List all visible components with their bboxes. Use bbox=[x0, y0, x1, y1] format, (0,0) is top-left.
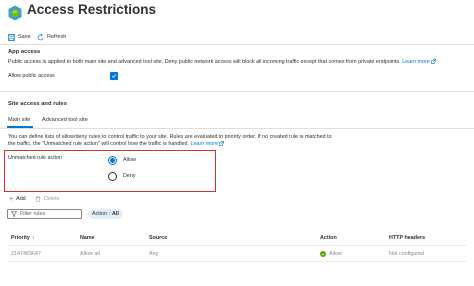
site-access-description-text: the traffic, the "Unmatched rule action"… bbox=[8, 141, 190, 147]
filter-icon bbox=[11, 211, 17, 217]
unmatched-rule-action-label: Unmatched rule action bbox=[8, 155, 62, 161]
trash-icon bbox=[35, 196, 41, 202]
column-header-http-headers[interactable]: HTTP headers bbox=[389, 235, 425, 241]
column-header-action[interactable]: Action bbox=[320, 235, 337, 241]
filter-rules-input[interactable] bbox=[20, 211, 80, 217]
table-header-divider bbox=[7, 245, 466, 246]
tab-advanced-tool-site[interactable]: Advanced tool site bbox=[42, 117, 88, 123]
site-access-heading: Site access and rules bbox=[8, 101, 67, 107]
site-access-learn-more-link[interactable]: Learn more bbox=[191, 140, 225, 147]
tabs-divider bbox=[0, 128, 474, 129]
radio-allow-button[interactable] bbox=[108, 155, 117, 165]
filter-rules-box[interactable] bbox=[7, 209, 82, 219]
radio-deny-button[interactable] bbox=[108, 171, 117, 181]
row-action-label: Allow bbox=[329, 251, 342, 257]
tab-main-site[interactable]: Main site bbox=[8, 117, 30, 123]
row-http-headers: Not configured bbox=[389, 251, 425, 257]
radio-allow[interactable]: Allow bbox=[108, 155, 136, 165]
column-header-name[interactable]: Name bbox=[80, 235, 95, 241]
row-source: Any bbox=[149, 251, 159, 257]
row-divider bbox=[7, 261, 466, 262]
toolbar-divider bbox=[0, 44, 474, 45]
radio-deny[interactable]: Deny bbox=[108, 171, 136, 181]
delete-label: Delete bbox=[44, 196, 60, 202]
external-link-icon bbox=[219, 140, 224, 146]
action-filter-key: Action : bbox=[92, 211, 110, 217]
delete-rule-button[interactable]: Delete bbox=[35, 195, 60, 203]
plus-icon: + bbox=[9, 195, 14, 203]
column-header-priority[interactable]: Priority ↕ bbox=[11, 235, 35, 241]
site-access-description-line2: the traffic, the "Unmatched rule action"… bbox=[8, 140, 224, 148]
page-title: Access Restrictions bbox=[27, 2, 157, 17]
app-access-learn-more-link[interactable]: Learn more bbox=[402, 58, 436, 65]
allow-public-access-label: Allow public access bbox=[8, 73, 55, 79]
radio-deny-label: Deny bbox=[123, 173, 136, 179]
app-access-description: Public access is applied to both main si… bbox=[8, 58, 436, 66]
row-priority: 2147483647 bbox=[11, 251, 41, 257]
save-icon bbox=[8, 33, 15, 41]
refresh-button[interactable]: Refresh bbox=[37, 31, 66, 43]
app-access-heading: App access bbox=[8, 49, 41, 55]
row-action: Allow bbox=[320, 251, 342, 257]
more-options-icon[interactable]: ··· bbox=[114, 0, 127, 11]
checkmark-icon bbox=[111, 74, 117, 78]
column-header-source[interactable]: Source bbox=[149, 235, 167, 241]
radio-allow-label: Allow bbox=[123, 157, 136, 163]
refresh-icon bbox=[37, 33, 44, 40]
action-filter-pill[interactable]: Action : All bbox=[88, 209, 123, 219]
save-button[interactable]: Save bbox=[8, 31, 31, 43]
add-rule-button[interactable]: + Add bbox=[9, 195, 26, 203]
section-divider bbox=[0, 91, 474, 92]
sort-icon: ↕ bbox=[31, 235, 35, 241]
row-name[interactable]: Allow all bbox=[80, 251, 100, 257]
action-filter-value: All bbox=[111, 211, 119, 217]
app-service-globe-icon bbox=[7, 5, 23, 21]
allow-status-icon bbox=[320, 251, 326, 257]
refresh-label: Refresh bbox=[47, 34, 67, 40]
save-label: Save bbox=[18, 34, 31, 40]
external-link-icon bbox=[430, 58, 436, 64]
allow-public-access-checkbox[interactable] bbox=[110, 72, 118, 80]
app-access-description-text: Public access is applied to both main si… bbox=[8, 59, 401, 65]
add-label: Add bbox=[16, 196, 26, 202]
